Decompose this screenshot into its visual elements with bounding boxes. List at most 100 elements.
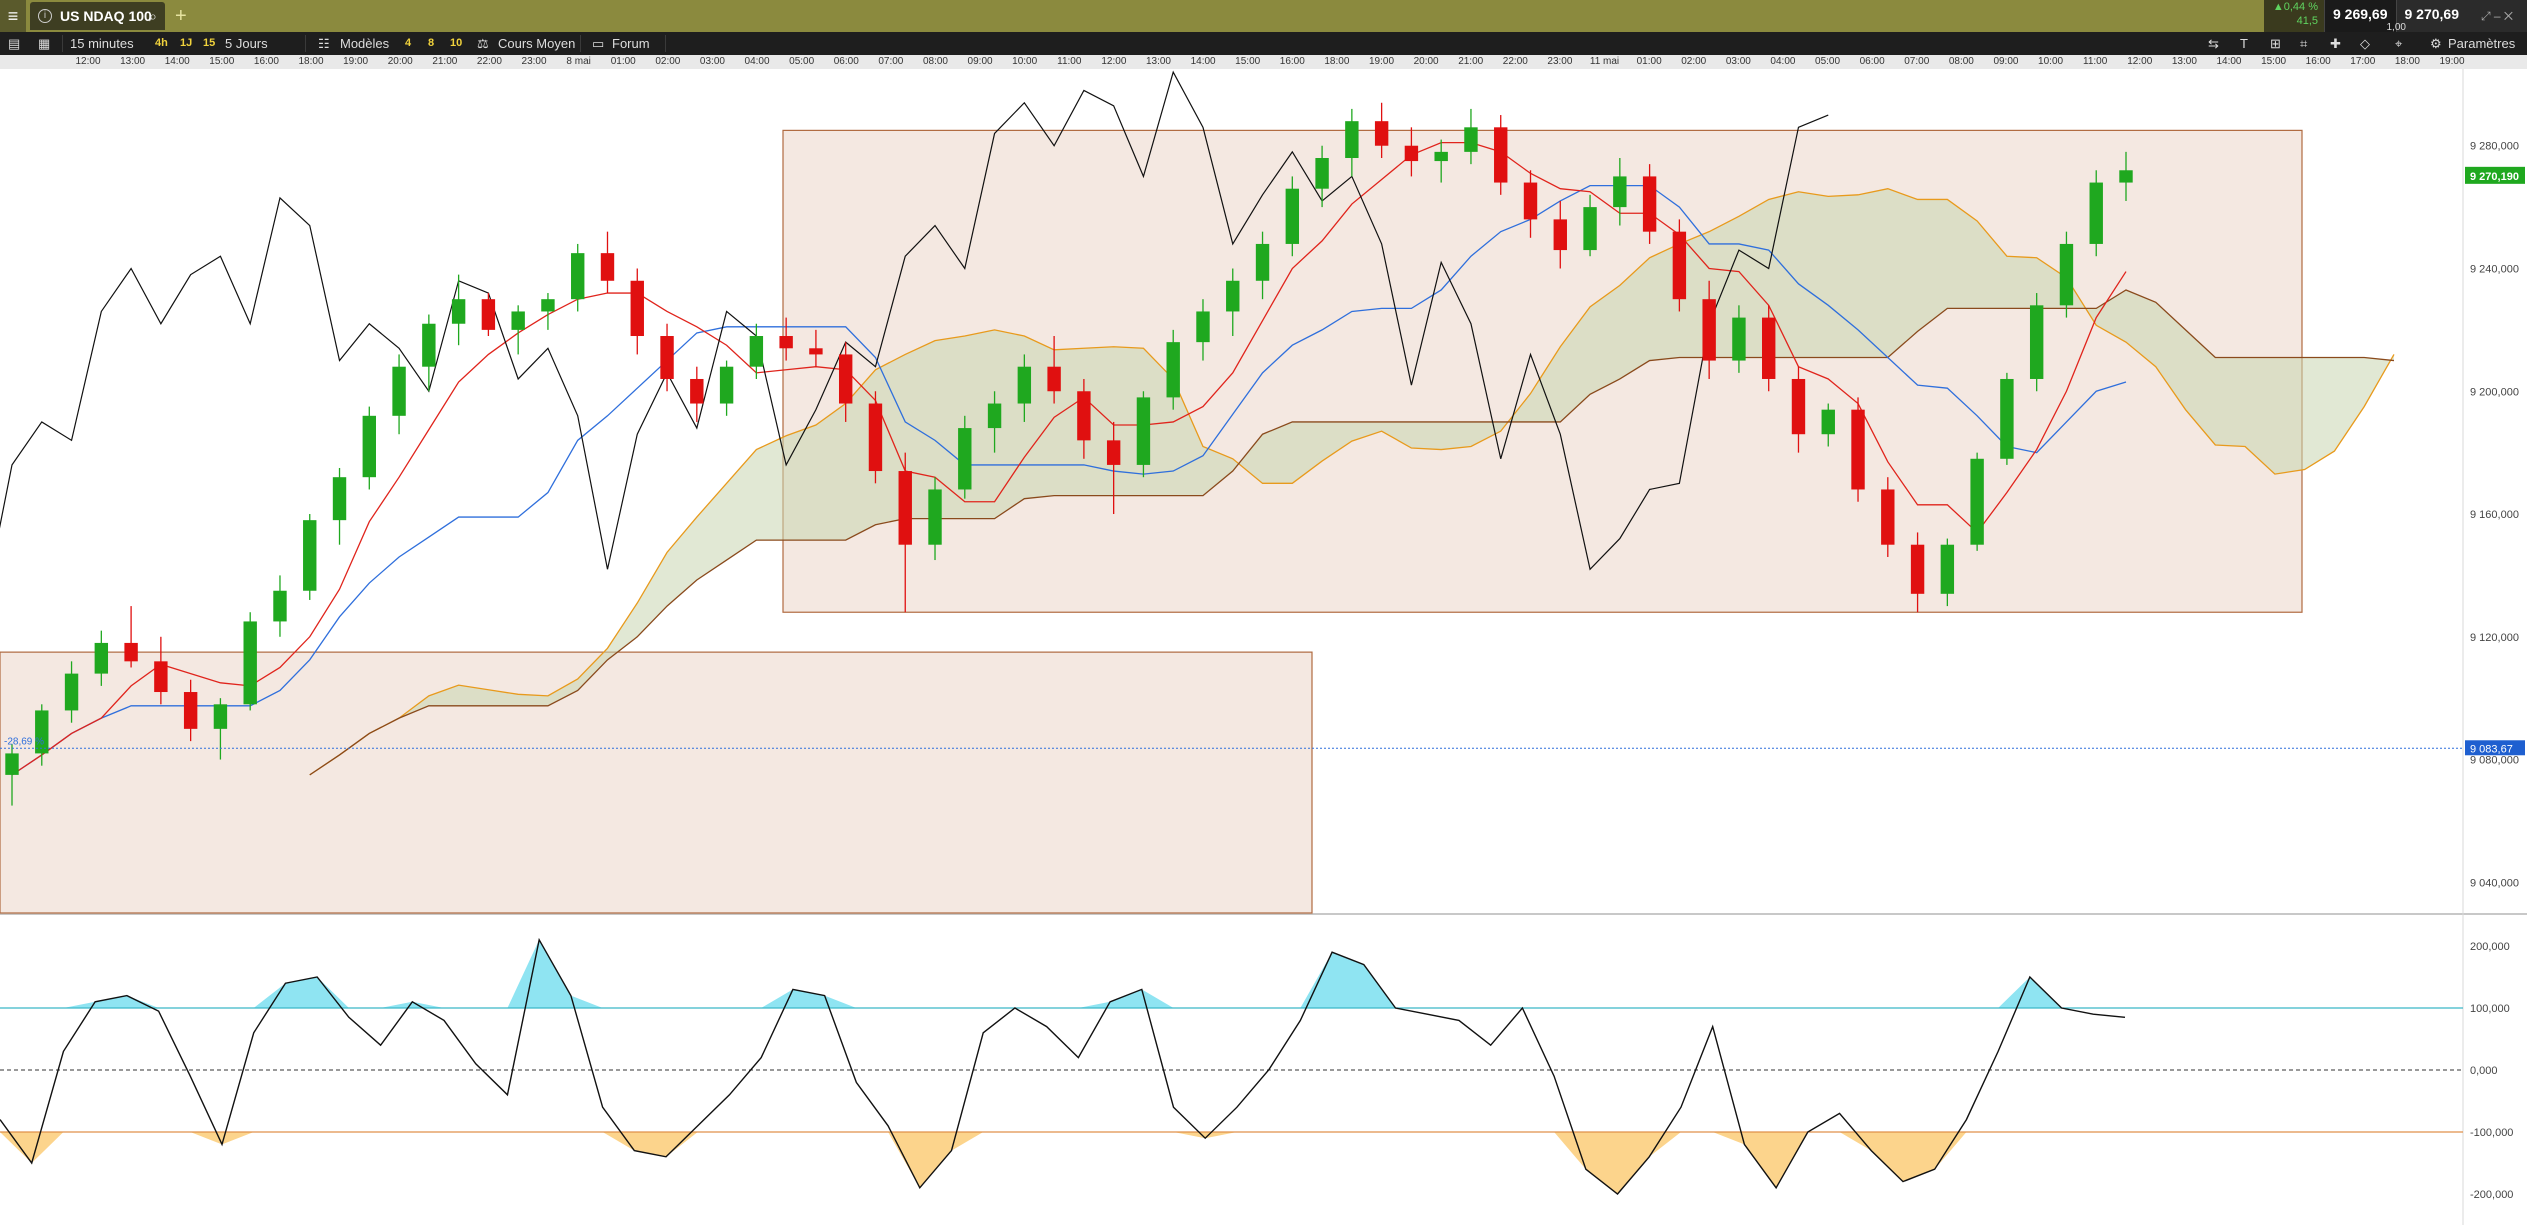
template-count-8[interactable]: 8 bbox=[428, 32, 434, 55]
candle-body bbox=[2119, 170, 2133, 183]
time-tick: 03:00 bbox=[1725, 56, 1751, 67]
time-tick: 22:00 bbox=[476, 56, 502, 67]
candle-body bbox=[332, 477, 347, 521]
time-tick: 11:00 bbox=[1057, 56, 1082, 67]
time-tick: 10:00 bbox=[1012, 56, 1038, 67]
candle-body bbox=[1732, 317, 1746, 361]
time-tick: 19:00 bbox=[1368, 56, 1395, 67]
candle-body bbox=[5, 753, 19, 775]
scroll-icon[interactable]: ⇆ bbox=[2208, 32, 2219, 55]
templates-icon[interactable]: ☷ bbox=[318, 32, 330, 55]
candle-body bbox=[868, 403, 883, 472]
window-controls[interactable]: ⤢ – ✕ bbox=[2467, 0, 2527, 32]
gear-icon[interactable]: ⚙ bbox=[2430, 32, 2442, 55]
change-percent: ▲0,44 % bbox=[2272, 1, 2318, 13]
forum-button[interactable]: Forum bbox=[612, 32, 650, 55]
template-count-4[interactable]: 4 bbox=[405, 32, 411, 55]
time-tick: 21:00 bbox=[432, 56, 458, 67]
candle-body bbox=[1494, 127, 1508, 183]
candle-body bbox=[749, 336, 764, 367]
menu-icon[interactable]: ≡ bbox=[0, 0, 26, 32]
time-tick: 04:00 bbox=[744, 56, 770, 67]
price-tick: 9 040,000 bbox=[2470, 877, 2519, 889]
time-tick: 23:00 bbox=[1547, 56, 1573, 67]
quick-period-15[interactable]: 15 bbox=[203, 32, 215, 55]
timeframe-select[interactable]: 15 minutes bbox=[70, 32, 134, 55]
cci-tick: 200,000 bbox=[2470, 941, 2510, 953]
forum-icon[interactable]: ▭ bbox=[592, 32, 604, 55]
layout-icon[interactable]: ▦ bbox=[38, 32, 50, 55]
candle-body bbox=[1583, 207, 1597, 251]
candle-body bbox=[2089, 182, 2103, 244]
time-tick: 08:00 bbox=[922, 56, 948, 67]
candle-body bbox=[1345, 121, 1359, 159]
cci-line bbox=[0, 937, 2126, 1195]
candle-body bbox=[1523, 182, 1538, 220]
price-tick: 9 240,000 bbox=[2470, 263, 2519, 275]
range-select[interactable]: 5 Jours bbox=[225, 32, 268, 55]
grid-tool-icon[interactable]: ⊞ bbox=[2270, 32, 2281, 55]
templates-button[interactable]: Modèles bbox=[340, 32, 389, 55]
price-chart[interactable]: -28,69 % 9 280,000 9 240,000 9 200,000 9 160… bbox=[0, 69, 2527, 1225]
price-tick: 9 200,000 bbox=[2470, 386, 2519, 398]
candle-body bbox=[1285, 188, 1300, 244]
time-tick: 14:00 bbox=[1190, 56, 1216, 67]
shape-tool-icon[interactable]: ◇ bbox=[2360, 32, 2370, 55]
time-tick: 02:00 bbox=[655, 56, 681, 67]
time-tick: 15:00 bbox=[209, 56, 235, 67]
cci-tick: 100,000 bbox=[2470, 1003, 2510, 1015]
candle-body bbox=[1226, 280, 1240, 312]
template-count-10[interactable]: 10 bbox=[450, 32, 462, 55]
candle-body bbox=[1196, 311, 1210, 343]
candle-body bbox=[958, 428, 972, 490]
candle-body bbox=[600, 253, 615, 281]
panel-icon[interactable]: ▤ bbox=[8, 32, 20, 55]
time-tick: 17:00 bbox=[2350, 56, 2376, 67]
time-tick: 07:00 bbox=[878, 56, 904, 67]
candle-body bbox=[1762, 317, 1776, 379]
time-tick: 11:00 bbox=[2083, 56, 2108, 67]
text-tool-icon[interactable]: T bbox=[2240, 32, 2248, 55]
candle-body bbox=[1702, 299, 1716, 361]
cursor-tool-icon[interactable]: ⌖ bbox=[2395, 32, 2402, 55]
candle-body bbox=[838, 354, 853, 404]
price-tick: 9 120,000 bbox=[2470, 632, 2519, 644]
candle-body bbox=[451, 299, 466, 324]
time-tick: 22:00 bbox=[1502, 56, 1528, 67]
time-tick: 20:00 bbox=[1413, 56, 1439, 67]
instrument-tab[interactable]: i US NDAQ 100 ⌕ bbox=[30, 2, 165, 30]
candle-body bbox=[1017, 366, 1032, 404]
candle-body bbox=[928, 489, 942, 545]
time-tick: 02:00 bbox=[1681, 56, 1707, 67]
settings-button[interactable]: Paramètres bbox=[2448, 32, 2515, 55]
info-icon[interactable]: i bbox=[38, 9, 52, 23]
time-tick: 21:00 bbox=[1458, 56, 1484, 67]
bid-price[interactable]: 9 269,69 bbox=[2324, 0, 2396, 32]
ask-price[interactable]: 9 270,69 1,00 bbox=[2387, 0, 2467, 33]
candle-body bbox=[124, 642, 138, 662]
time-tick: 16:00 bbox=[2305, 56, 2331, 67]
search-icon[interactable]: ⌕ bbox=[149, 2, 157, 30]
time-tick: 19:00 bbox=[343, 56, 369, 67]
quick-period-1j[interactable]: 1J bbox=[180, 32, 192, 55]
candle-body bbox=[630, 280, 644, 337]
candle-body bbox=[183, 692, 198, 729]
candle-body bbox=[571, 253, 585, 300]
instrument-name: US NDAQ 100 bbox=[60, 8, 152, 24]
candle-body bbox=[1613, 176, 1627, 208]
candle-body bbox=[2059, 243, 2074, 306]
candle-body bbox=[541, 299, 555, 312]
cross-tool-icon[interactable]: ✚ bbox=[2330, 32, 2341, 55]
candle-body bbox=[213, 704, 228, 729]
time-tick: 12:00 bbox=[75, 56, 101, 67]
quick-period-4h[interactable]: 4h bbox=[155, 32, 168, 55]
draw-tool-icon[interactable]: ⌗ bbox=[2300, 32, 2307, 55]
candle-body bbox=[154, 661, 168, 693]
time-tick: 20:00 bbox=[387, 56, 413, 67]
candle-body bbox=[690, 378, 704, 404]
add-tab-button[interactable]: + bbox=[175, 0, 187, 32]
chart-toolbar: ▤ ▦ 15 minutes 4h 1J 15 5 Jours ☷ Modèle… bbox=[0, 32, 2527, 55]
average-price-button[interactable]: Cours Moyen bbox=[498, 32, 575, 55]
time-tick: 8 mai bbox=[566, 56, 591, 67]
average-price-icon[interactable]: ⚖ bbox=[477, 32, 489, 55]
